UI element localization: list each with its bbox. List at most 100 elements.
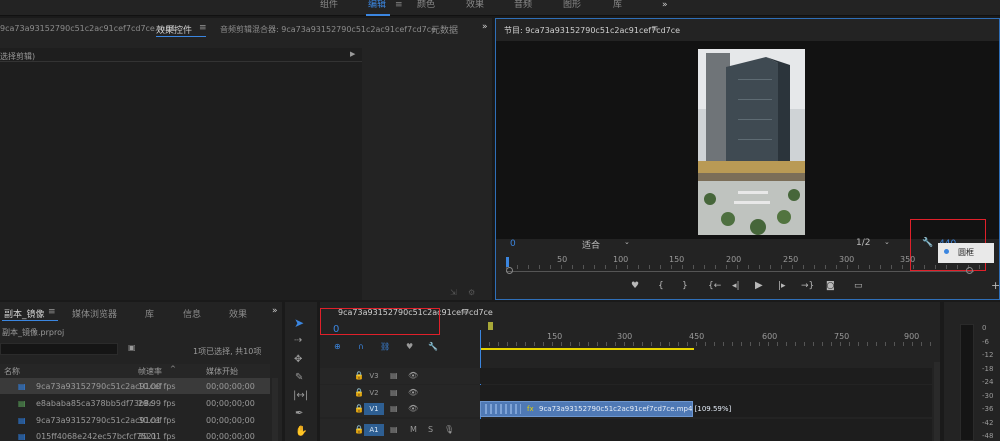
track-label[interactable]: V1 [364, 403, 384, 415]
track-area[interactable] [480, 419, 932, 441]
timeline-ruler[interactable]: 150 300 450 600 750 900 [480, 322, 932, 354]
tab-project[interactable]: 副本_镜像 [4, 307, 45, 320]
timeline-scrollbar[interactable] [934, 362, 940, 441]
wrench-icon[interactable]: ⚙ [468, 288, 475, 297]
panel-more-icon[interactable]: » [482, 22, 488, 32]
lock-icon[interactable]: 🔒 [354, 371, 364, 380]
export-frame-icon[interactable]: ⇲ [450, 288, 457, 297]
list-item[interactable]: ▤ 015ff4068e242ec57bcfcf7521 30.01 fps 0… [0, 428, 270, 441]
fit-dropdown-label: 适合 [582, 241, 601, 251]
go-to-out-icon[interactable]: →} [801, 281, 814, 291]
program-playhead[interactable] [506, 257, 509, 267]
col-frame-rate[interactable]: 帧速率 [138, 366, 162, 377]
eye-icon[interactable]: 👁 [408, 388, 418, 397]
track-area[interactable] [480, 368, 932, 384]
play-icon[interactable]: ▶ [755, 280, 763, 291]
zoom-scrollbar[interactable] [506, 271, 974, 272]
razor-tool-icon[interactable]: ✎ [295, 372, 303, 383]
sync-lock-icon[interactable]: ▤ [390, 404, 398, 413]
tab-source-clip[interactable]: 9ca73a93152790c51c2ac91cef7cd7ce.mp4 [0, 24, 175, 33]
video-clip[interactable]: fx 9ca73a93152790c51c2ac91cef7cd7ce.mp4 … [480, 401, 731, 417]
mark-in-icon[interactable]: { [658, 281, 664, 291]
track-area[interactable]: fx 9ca73a93152790c51c2ac91cef7cd7ce.mp4 … [480, 401, 932, 417]
add-marker-icon[interactable]: ♥ [631, 281, 639, 291]
microphone-icon[interactable]: 🎙 [444, 425, 454, 434]
zoom-handle-right[interactable] [966, 267, 973, 274]
lock-icon[interactable]: 🔒 [354, 425, 364, 434]
tab-audio-clip-mixer[interactable]: 音频剪辑混合器: 9ca73a93152790c51c2ac91cef7cd7c… [220, 24, 436, 35]
workspace-more-icon[interactable]: » [662, 0, 668, 16]
timeline-timecode[interactable]: 0 [333, 324, 339, 335]
track-header: 🔒 V1 ▤ 👁 [320, 401, 480, 417]
workspace-tab-audio[interactable]: 音频 [514, 0, 532, 16]
workspace-tab-effects[interactable]: 效果 [466, 0, 484, 16]
item-name: e8ababa85ca378bb5df73b8c [36, 399, 154, 408]
sync-lock-icon[interactable]: ▤ [390, 388, 398, 397]
workspace-tab-graphics[interactable]: 图形 [563, 0, 581, 16]
quality-dropdown[interactable]: 1/2 ⌄ [856, 238, 896, 248]
project-more-icon[interactable]: » [272, 306, 278, 316]
col-name[interactable]: 名称 [4, 366, 20, 377]
track-area[interactable] [480, 385, 932, 401]
lock-icon[interactable]: 🔒 [354, 404, 364, 413]
effect-controls-underline [156, 36, 206, 37]
step-back-icon[interactable]: ◂| [732, 281, 740, 291]
pen-tool-icon[interactable]: ✒ [295, 408, 303, 419]
selection-tool-icon[interactable]: ➤ [294, 316, 304, 330]
header-divider [0, 61, 362, 62]
nest-toggle-icon[interactable]: ⊕ [334, 342, 341, 351]
track-select-icon[interactable]: ⇢ [294, 335, 302, 346]
bin-icon[interactable]: ▣ [128, 343, 136, 352]
list-item[interactable]: ▤ 9ca73a93152790c51c2ac91cef 30.01 fps 0… [0, 412, 270, 428]
timeline-menu-icon[interactable]: ≡ [462, 307, 470, 317]
workspace-menu-icon[interactable]: ≡ [395, 0, 403, 16]
workspace-tab-libraries[interactable]: 库 [613, 0, 622, 16]
project-menu-icon[interactable]: ≡ [48, 307, 56, 317]
fit-dropdown[interactable]: 适合 ⌄ [582, 238, 636, 251]
tab-effects[interactable]: 效果 [229, 307, 247, 320]
linked-selection-icon[interactable]: ⛓ [380, 342, 390, 351]
program-timecode[interactable]: 0 [510, 239, 516, 249]
tab-info[interactable]: 信息 [183, 307, 201, 320]
list-item[interactable]: ▤ e8ababa85ca378bb5df73b8c 29.99 fps 00;… [0, 395, 270, 411]
list-item[interactable]: ▤ 9ca73a93152790c51c2ac91cef 10.00 fps 0… [0, 378, 270, 394]
go-to-in-icon[interactable]: {← [708, 281, 721, 291]
program-time-ruler[interactable]: 50 100 150 200 250 300 350 [506, 255, 986, 275]
hand-tool-icon[interactable]: ✋ [295, 426, 307, 437]
col-media-start[interactable]: 媒体开始 [206, 366, 238, 377]
zoom-handle-left[interactable] [506, 267, 513, 274]
track-label[interactable]: A1 [364, 424, 384, 436]
panel-menu-icon[interactable]: ≡ [199, 23, 207, 33]
workspace-tab-assembly[interactable]: 组件 [320, 0, 338, 16]
export-frame-icon[interactable]: ◙ [826, 281, 835, 291]
sync-lock-icon[interactable]: ▤ [390, 371, 398, 380]
tab-effect-controls[interactable]: 效果控件 [156, 23, 192, 36]
add-button-icon[interactable]: + [991, 279, 1000, 292]
ripple-edit-icon[interactable]: ✥ [294, 354, 302, 365]
lock-icon[interactable]: 🔒 [354, 388, 364, 397]
work-area-bar[interactable] [480, 348, 694, 350]
workspace-tab-color[interactable]: 颜色 [417, 0, 435, 16]
eye-icon[interactable]: 👁 [408, 404, 418, 413]
track-label[interactable]: V2 [366, 387, 382, 399]
add-marker-icon[interactable]: ♥ [406, 342, 413, 351]
mute-icon[interactable]: M [410, 425, 417, 434]
tab-libraries[interactable]: 库 [145, 307, 154, 320]
sync-lock-icon[interactable]: ▤ [390, 425, 398, 434]
solo-icon[interactable]: S [428, 425, 433, 434]
wrench-icon[interactable]: 🔧 [922, 238, 933, 248]
tab-metadata[interactable]: 元数据 [431, 23, 458, 36]
mark-out-icon[interactable]: } [682, 281, 688, 291]
search-input[interactable] [0, 343, 118, 355]
tab-media-browser[interactable]: 媒体浏览器 [72, 307, 117, 320]
timeline-settings-icon[interactable]: 🔧 [428, 342, 438, 351]
project-scrollbar[interactable] [272, 378, 278, 441]
slip-tool-icon[interactable]: |↔| [293, 390, 308, 401]
track-label[interactable]: V3 [366, 370, 382, 382]
comparison-view-icon[interactable]: ▭ [854, 281, 863, 291]
expand-arrow-icon[interactable]: ▶ [350, 50, 355, 58]
snap-icon[interactable]: ∩ [358, 342, 364, 351]
eye-icon[interactable]: 👁 [408, 371, 418, 380]
program-menu-icon[interactable]: ≡ [651, 24, 659, 34]
step-forward-icon[interactable]: |▸ [778, 281, 786, 291]
